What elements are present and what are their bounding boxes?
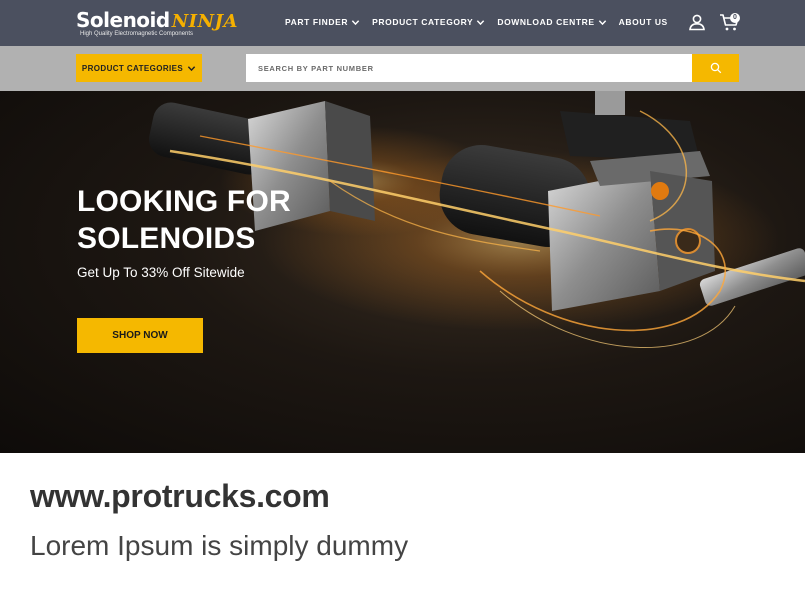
user-icon[interactable]: [688, 13, 706, 31]
logo[interactable]: Solenoid NINJA High Quality Electromagne…: [76, 8, 246, 38]
nav-item-download-centre[interactable]: DOWNLOAD CENTRE: [497, 17, 606, 27]
product-categories-button[interactable]: PRODUCT CATEGORIES: [76, 54, 202, 82]
chevron-down-icon: [351, 19, 360, 25]
cart-count-badge: 0: [730, 13, 740, 23]
logo-main-text: Solenoid: [76, 8, 170, 32]
hero-title-line-1: LOOKING FOR: [77, 185, 291, 218]
search-button[interactable]: [692, 54, 739, 82]
nav-label: DOWNLOAD CENTRE: [497, 17, 595, 27]
caption-title: www.protrucks.com: [30, 478, 330, 514]
hero-banner: LOOKING FOR SOLENOIDS Get Up To 33% Off …: [0, 91, 805, 453]
nav-item-product-category[interactable]: PRODUCT CATEGORY: [372, 17, 485, 27]
search-bar-row: PRODUCT CATEGORIES: [0, 46, 805, 91]
logo-accent-text: NINJA: [171, 11, 239, 32]
product-categories-label: PRODUCT CATEGORIES: [81, 63, 184, 73]
nav-item-about-us[interactable]: ABOUT US: [619, 17, 668, 27]
caption-subtitle: Lorem Ipsum is simply dummy: [30, 530, 409, 561]
nav-label: ABOUT US: [618, 17, 668, 27]
shop-now-button[interactable]: SHOP NOW: [77, 318, 203, 353]
nav-item-part-finder[interactable]: PART FINDER: [285, 17, 360, 27]
search-input[interactable]: [246, 54, 692, 82]
chevron-down-icon: [598, 19, 606, 25]
hero-subtitle: Get Up To 33% Off Sitewide: [77, 265, 245, 280]
logo-wordmark: Solenoid NINJA: [76, 8, 246, 32]
search-icon: [710, 62, 721, 74]
chevron-down-icon: [477, 19, 485, 25]
nav-label: PART FINDER: [285, 17, 349, 27]
hero-title: LOOKING FOR SOLENOIDS: [77, 183, 291, 257]
nav-label: PRODUCT CATEGORY: [372, 17, 474, 27]
hero-title-line-2: SOLENOIDS: [77, 222, 256, 255]
top-navbar: Solenoid NINJA High Quality Electromagne…: [0, 0, 805, 46]
main-nav: PART FINDER PRODUCT CATEGORY DOWNLOAD CE…: [285, 17, 668, 27]
chevron-down-icon: [187, 65, 196, 71]
